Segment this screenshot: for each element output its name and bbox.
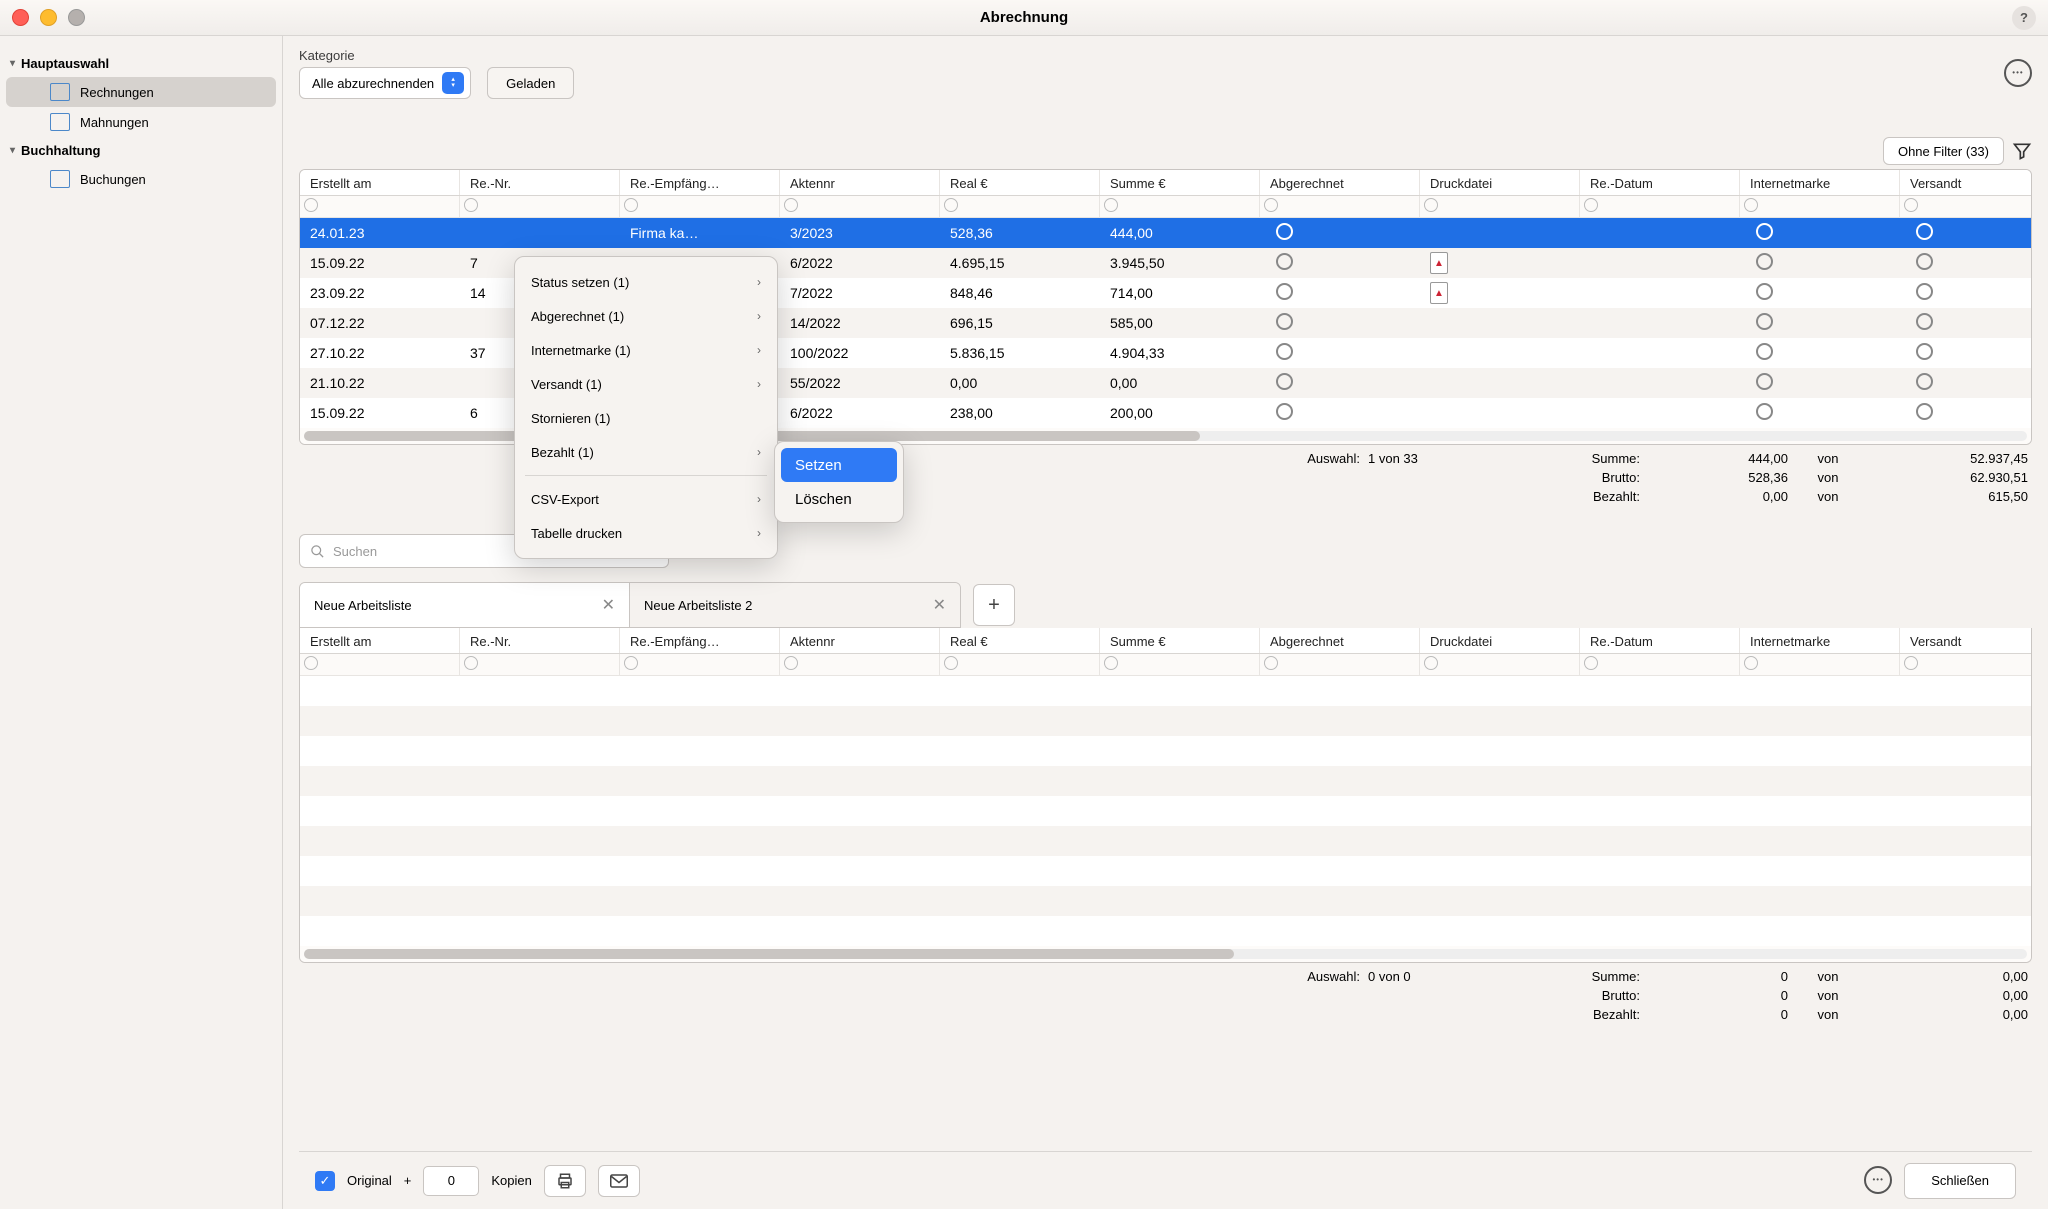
context-submenu: SetzenLöschen: [774, 441, 904, 523]
search-placeholder: Suchen: [333, 544, 377, 559]
sidebar-item-rechnungen[interactable]: Rechnungen: [6, 77, 276, 107]
empty-table-body: [300, 676, 2031, 946]
copies-label: Kopien: [491, 1173, 531, 1188]
submenu-item[interactable]: Löschen: [781, 482, 897, 516]
table-row[interactable]: 07.12.2214/2022696,15585,00: [300, 308, 2031, 338]
original-checkbox[interactable]: ✓: [315, 1171, 335, 1191]
category-select-value: Alle abzurechnenden: [312, 76, 434, 91]
filter-status-button[interactable]: Ohne Filter (33): [1883, 137, 2004, 165]
loaded-button: Geladen: [487, 67, 574, 99]
col-erstellt[interactable]: Erstellt am: [300, 170, 460, 195]
sidebar-item-label: Rechnungen: [80, 85, 154, 100]
context-menu-item[interactable]: Bezahlt (1)›: [515, 435, 777, 469]
help-button[interactable]: ?: [2012, 6, 2036, 30]
bookings-icon: [50, 170, 70, 188]
table-filter-row: [300, 654, 2031, 676]
table-row[interactable]: 15.09.2266/2022238,00200,00: [300, 398, 2031, 428]
close-tab-icon[interactable]: ✕: [933, 595, 946, 615]
tab-worklist-2[interactable]: Neue Arbeitsliste 2 ✕: [630, 583, 960, 627]
col-redatum[interactable]: Re.-Datum: [1580, 170, 1740, 195]
table-row[interactable]: 15.09.2276/20224.695,153.945,50: [300, 248, 2031, 278]
search-input[interactable]: Suchen: [299, 534, 669, 568]
pdf-icon: [1430, 282, 1448, 304]
more-actions-button[interactable]: [2004, 59, 2032, 87]
add-tab-button[interactable]: +: [973, 584, 1015, 626]
sidebar-group-buchhaltung[interactable]: ▾ Buchhaltung: [0, 137, 282, 164]
col-abgerechnet[interactable]: Abgerechnet: [1260, 170, 1420, 195]
col-real[interactable]: Real €: [940, 170, 1100, 195]
summary-bottom: Auswahl:0 von 0Summe:0von0,00Brutto:0von…: [299, 969, 2032, 1022]
col-renr[interactable]: Re.-Nr.: [460, 170, 620, 195]
context-menu-item[interactable]: Tabelle drucken›: [515, 516, 777, 550]
col-aktennr[interactable]: Aktennr: [780, 170, 940, 195]
col-internetmarke[interactable]: Internetmarke: [1740, 170, 1900, 195]
more-footer-button[interactable]: [1864, 1166, 1892, 1194]
mail-button[interactable]: [598, 1165, 640, 1197]
invoice-icon: [50, 83, 70, 101]
sidebar-item-mahnungen[interactable]: Mahnungen: [0, 107, 282, 137]
col-summe[interactable]: Summe €: [1100, 170, 1260, 195]
window-title: Abrechnung: [980, 9, 1068, 26]
sidebar-item-buchungen[interactable]: Buchungen: [0, 164, 282, 194]
invoices-table: Erstellt am Re.-Nr. Re.-Empfäng… Aktennr…: [299, 169, 2032, 445]
table-row[interactable]: 27.10.2237100/20225.836,154.904,33: [300, 338, 2031, 368]
table-row[interactable]: 24.01.23Firma ka…3/2023528,36444,00: [300, 218, 2031, 248]
sidebar-item-label: Mahnungen: [80, 115, 149, 130]
copies-input[interactable]: [423, 1166, 479, 1196]
tab-worklist-1[interactable]: Neue Arbeitsliste ✕: [300, 583, 630, 627]
sidebar-group-hauptauswahl[interactable]: ▾ Hauptauswahl: [0, 50, 282, 77]
chevron-down-icon: ▾: [10, 145, 15, 156]
context-menu-item[interactable]: CSV-Export›: [515, 482, 777, 516]
reminder-icon: [50, 113, 70, 131]
category-select[interactable]: Alle abzurechnenden ▴▾: [299, 67, 471, 99]
plus-label: +: [404, 1173, 412, 1188]
pdf-icon: [1430, 252, 1448, 274]
window-controls: [12, 9, 85, 26]
table-header-row: Erstellt am Re.-Nr. Re.-Empfäng… Aktennr…: [300, 628, 2031, 654]
table-body: 24.01.23Firma ka…3/2023528,36444,0015.09…: [300, 218, 2031, 428]
maximize-window-button[interactable]: [68, 9, 85, 26]
context-menu-item[interactable]: Stornieren (1): [515, 401, 777, 435]
filter-icon[interactable]: [2012, 141, 2032, 161]
table-header-row: Erstellt am Re.-Nr. Re.-Empfäng… Aktennr…: [300, 170, 2031, 196]
titlebar: Abrechnung ?: [0, 0, 2048, 36]
print-button[interactable]: [544, 1165, 586, 1197]
toolbar: Kategorie Alle abzurechnenden ▴▾ Geladen: [299, 48, 2032, 99]
context-menu-item[interactable]: Versandt (1)›: [515, 367, 777, 401]
sidebar-item-label: Buchungen: [80, 172, 146, 187]
col-empf[interactable]: Re.-Empfäng…: [620, 170, 780, 195]
worklist-table: Erstellt am Re.-Nr. Re.-Empfäng… Aktennr…: [299, 628, 2032, 963]
horizontal-scrollbar[interactable]: [300, 946, 2031, 962]
col-druckdatei[interactable]: Druckdatei: [1420, 170, 1580, 195]
table-row[interactable]: 23.09.22147/2022848,46714,00: [300, 278, 2031, 308]
sidebar-group-label: Buchhaltung: [21, 143, 100, 158]
context-menu-item[interactable]: Status setzen (1)›: [515, 265, 777, 299]
context-menu: Status setzen (1)›Abgerechnet (1)›Intern…: [514, 256, 778, 559]
horizontal-scrollbar[interactable]: [300, 428, 2031, 444]
close-window-button[interactable]: [12, 9, 29, 26]
search-icon: [310, 544, 325, 559]
main-content: Kategorie Alle abzurechnenden ▴▾ Geladen: [283, 36, 2048, 1209]
summary-top: Auswahl:1 von 33Summe:444,00von52.937,45…: [299, 451, 2032, 504]
context-menu-item[interactable]: Internetmarke (1)›: [515, 333, 777, 367]
context-menu-item[interactable]: Abgerechnet (1)›: [515, 299, 777, 333]
table-row[interactable]: 21.10.2255/20220,000,00: [300, 368, 2031, 398]
original-label: Original: [347, 1173, 392, 1188]
sidebar: ▾ Hauptauswahl Rechnungen Mahnungen ▾ Bu…: [0, 36, 283, 1209]
submenu-item[interactable]: Setzen: [781, 448, 897, 482]
footer-bar: ✓ Original + Kopien Schließen: [299, 1151, 2032, 1209]
col-versandt[interactable]: Versandt: [1900, 170, 2032, 195]
minimize-window-button[interactable]: [40, 9, 57, 26]
category-label: Kategorie: [299, 48, 471, 63]
select-arrows-icon: ▴▾: [442, 72, 464, 94]
close-tab-icon[interactable]: ✕: [602, 595, 615, 615]
close-button[interactable]: Schließen: [1904, 1163, 2016, 1199]
table-filter-row: [300, 196, 2031, 218]
sidebar-group-label: Hauptauswahl: [21, 56, 109, 71]
worklist-tabs: Neue Arbeitsliste ✕ Neue Arbeitsliste 2 …: [299, 582, 2032, 628]
chevron-down-icon: ▾: [10, 58, 15, 69]
